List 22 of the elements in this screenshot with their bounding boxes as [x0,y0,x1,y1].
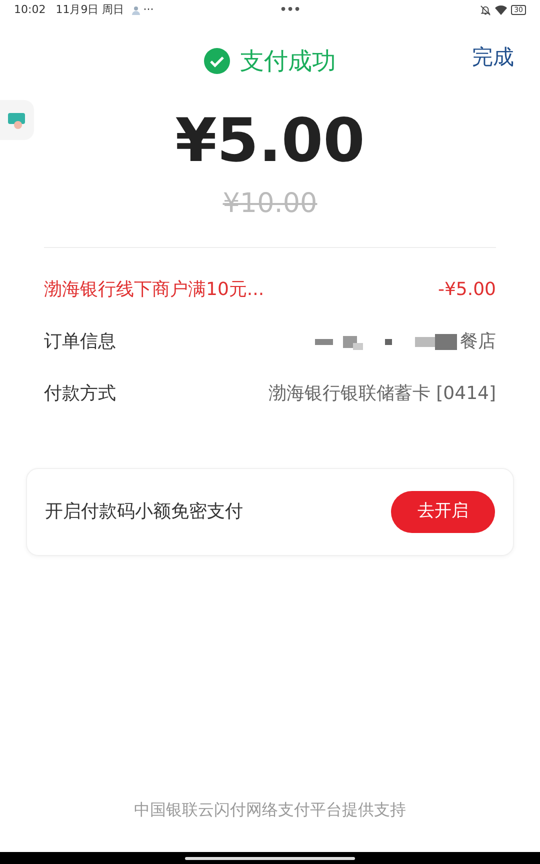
row-label: 订单信息 [44,330,116,354]
paid-amount: ¥5.00 [175,106,365,176]
window-handle[interactable]: ••• [280,2,301,18]
home-indicator[interactable] [185,856,355,860]
row-label: 付款方式 [44,382,116,406]
footer-text: 中国银联云闪付网络支付平台提供支持 [133,799,407,821]
row-value: 餐店 [460,330,496,354]
mute-icon [480,4,492,16]
page-title: 支付成功 [240,46,336,77]
row-label: 渤海银行线下商户满10元... [44,278,264,302]
row-value: 渤海银行银联储蓄卡 [0414] [268,382,496,406]
more-notifications: ··· [143,2,154,18]
enable-button[interactable]: 去开启 [391,490,495,532]
status-date: 11月9日 周日 [56,2,124,18]
person-icon [132,6,140,14]
wifi-icon [495,5,508,15]
promo-text: 开启付款码小额免密支付 [45,500,243,524]
check-circle-icon [204,48,230,74]
original-amount: ¥10.00 [222,187,318,221]
status-time: 10:02 [14,2,46,18]
done-button[interactable]: 完成 [472,42,514,74]
row-value: -¥5.00 [438,278,496,302]
